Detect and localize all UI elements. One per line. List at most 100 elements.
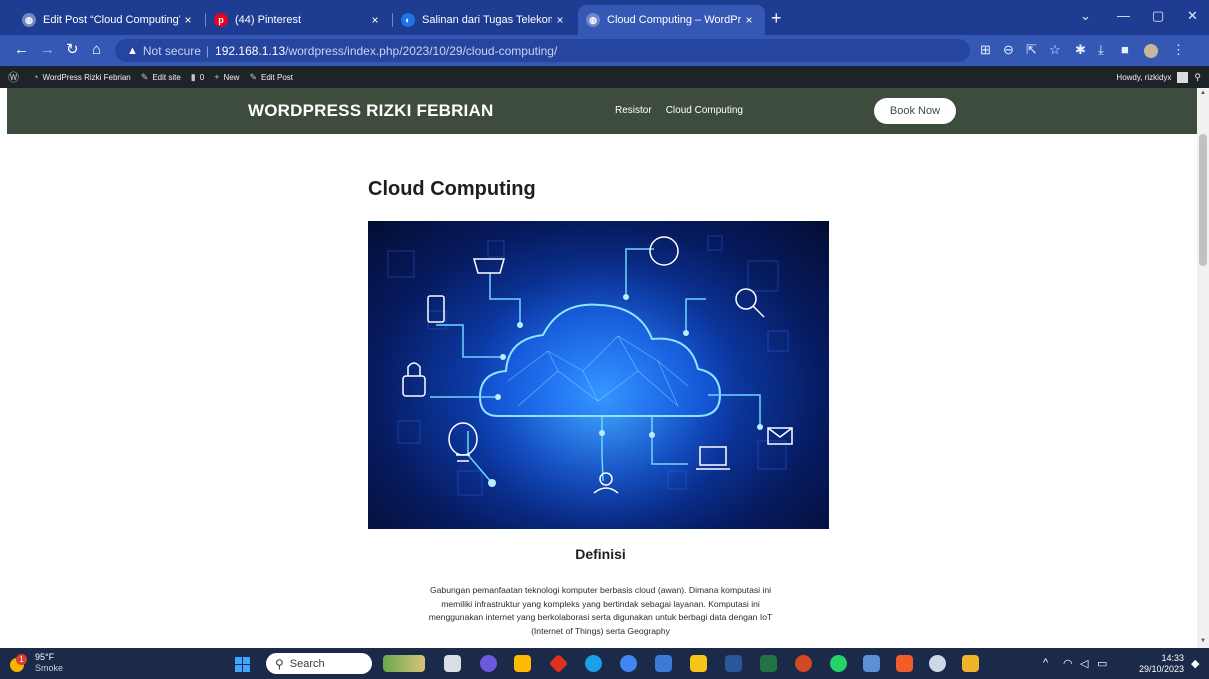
image-viewer-icon[interactable] [863, 655, 880, 672]
close-icon[interactable]: × [552, 13, 568, 27]
maximize-button[interactable]: ▢ [1152, 8, 1164, 24]
tab-cloud-computing[interactable]: ◍ Cloud Computing – WordPress R × [578, 5, 765, 35]
admin-comments[interactable]: ▮ 0 [191, 72, 204, 83]
file-explorer-icon[interactable] [690, 655, 707, 672]
tab-search-icon[interactable]: ⌄ [1080, 8, 1091, 24]
wifi-icon[interactable]: ◠ [1063, 657, 1073, 670]
share-icon[interactable]: ⇱ [1026, 43, 1037, 57]
tab-edit-post[interactable]: ◍ Edit Post “Cloud Computing” ‹ W × [14, 5, 204, 35]
wp-admin-bar: Ⓦ ◔ WordPress Rizki Febrian ✎ Edit site … [0, 66, 1209, 88]
edge-icon[interactable] [585, 655, 602, 672]
dashboard-icon: ◔ [33, 72, 39, 82]
admin-new-label: New [223, 72, 240, 82]
app-gear-icon[interactable] [929, 655, 946, 672]
paragraph-line: memiliki infrastruktur yang kompleks yan… [441, 598, 760, 609]
windows-start-icon[interactable] [235, 657, 250, 672]
paragraph-line: (Internet of Things) serta Geography [531, 625, 670, 636]
tab-title: (44) Pinterest [235, 14, 302, 26]
scroll-down-arrow-icon[interactable]: ▼ [1199, 638, 1207, 644]
weather-widget[interactable]: 1 95°F Smoke [8, 652, 63, 674]
browser-tab-strip: ◍ Edit Post “Cloud Computing” ‹ W × p (4… [0, 0, 1209, 35]
section-heading: Definisi [575, 546, 626, 562]
translate-icon[interactable]: ⊞ [980, 43, 991, 57]
notification-bell-icon[interactable]: ◆ [1191, 657, 1199, 670]
admin-site-name-label: WordPress Rizki Febrian [42, 72, 131, 82]
taskbar-search[interactable]: ⚲ Search [266, 653, 372, 674]
close-icon[interactable]: × [180, 13, 196, 27]
admin-edit-post-label: Edit Post [261, 72, 294, 82]
tab-title: Cloud Computing – WordPress R [607, 14, 741, 26]
search-icon: ⚲ [275, 656, 284, 671]
globe-icon: ◍ [22, 13, 36, 27]
side-panel-icon[interactable]: ■ [1121, 43, 1129, 57]
forward-arrow-icon[interactable]: → [40, 42, 55, 58]
admin-site-name[interactable]: ◔ WordPress Rizki Febrian [33, 72, 131, 82]
tab-pinterest[interactable]: p (44) Pinterest × [206, 5, 391, 35]
book-now-button[interactable]: Book Now [874, 98, 956, 124]
divider: | [205, 43, 210, 58]
scrollbar-thumb[interactable] [1199, 134, 1207, 266]
back-arrow-icon[interactable]: ← [14, 42, 29, 58]
close-icon[interactable]: × [367, 13, 383, 27]
sticky-notes-icon[interactable] [514, 655, 531, 672]
weather-badge: 1 [16, 654, 27, 665]
primary-menu: Resistor Cloud Computing [615, 105, 743, 116]
xampp-icon[interactable] [896, 655, 913, 672]
tab-google-docs[interactable]: ◐ Salinan dari Tugas Telekomunika × [393, 5, 576, 35]
tab-title: Edit Post “Cloud Computing” ‹ W [43, 14, 180, 26]
word-icon[interactable] [725, 655, 742, 672]
clock-time: 14:33 [1161, 653, 1184, 663]
comment-icon: ▮ [190, 71, 196, 82]
address-bar[interactable]: ▲ Not secure | 192.168.1.13 /wordpress/i… [115, 39, 970, 62]
menu-item-resistor[interactable]: Resistor [615, 105, 652, 116]
site-header: WORDPRESS RIZKI FEBRIAN Resistor Cloud C… [7, 88, 1197, 134]
scroll-up-arrow-icon[interactable]: ▲ [1199, 90, 1207, 96]
close-icon[interactable]: × [741, 13, 757, 27]
profile-avatar[interactable] [1144, 44, 1158, 58]
excel-icon[interactable] [760, 655, 777, 672]
pencil-icon: ✎ [249, 71, 258, 82]
featured-image [368, 221, 829, 529]
howdy-label: Howdy, rizkidyx [1116, 72, 1172, 82]
chrome-icon[interactable] [620, 655, 637, 672]
reload-icon[interactable]: ↻ [66, 42, 79, 58]
app-extra-icon[interactable] [962, 655, 979, 672]
wordpress-logo-icon[interactable]: Ⓦ [8, 69, 23, 85]
volume-icon[interactable]: ◁ [1080, 657, 1088, 670]
url-path: /wordpress/index.php/2023/10/29/cloud-co… [285, 43, 558, 58]
powerpoint-icon[interactable] [795, 655, 812, 672]
chevron-up-icon[interactable]: ^ [1043, 657, 1048, 669]
admin-account[interactable]: Howdy, rizkidyx ⚲ [1116, 66, 1201, 88]
weather-sun-icon: 1 [8, 654, 30, 672]
store-icon[interactable] [655, 655, 672, 672]
app-diamond-icon[interactable] [548, 653, 569, 674]
whatsapp-icon[interactable] [830, 655, 847, 672]
admin-new[interactable]: + New [214, 72, 239, 82]
browser-toolbar: ← → ↻ ⌂ ▲ Not secure | 192.168.1.13 /wor… [0, 35, 1209, 66]
site-title[interactable]: WORDPRESS RIZKI FEBRIAN [248, 101, 493, 121]
home-icon[interactable]: ⌂ [92, 42, 101, 58]
post-paragraph: Gabungan pemanfaatan teknologi komputer … [380, 584, 821, 638]
bookmark-star-icon[interactable]: ☆ [1049, 43, 1061, 57]
extensions-icon[interactable]: ✱ [1075, 43, 1086, 57]
globe-icon: ◍ [586, 13, 600, 27]
menu-item-cloud-computing[interactable]: Cloud Computing [666, 105, 743, 116]
widgets-icon[interactable] [383, 655, 425, 672]
admin-edit-post[interactable]: ✎ Edit Post [249, 72, 293, 83]
close-window-button[interactable]: ✕ [1187, 8, 1198, 24]
zoom-icon[interactable]: ⊖ [1003, 43, 1014, 57]
security-label: Not secure [142, 43, 201, 58]
download-icon[interactable]: ⤓ [1098, 43, 1104, 57]
system-clock[interactable]: 14:33 29/10/2023 [1124, 653, 1184, 675]
paragraph-line: menggunakan internet yang berkolaborasi … [428, 612, 773, 623]
cloud-network-illustration [387, 231, 793, 529]
more-menu-icon[interactable]: ⋮ [1172, 43, 1185, 57]
teams-chat-icon[interactable] [480, 655, 497, 672]
task-view-icon[interactable] [444, 655, 461, 672]
avatar [1177, 71, 1189, 83]
battery-icon[interactable]: ▭ [1097, 657, 1107, 670]
new-tab-button[interactable]: + [771, 9, 782, 27]
admin-edit-site[interactable]: ✎ Edit site [141, 72, 181, 83]
minimize-button[interactable]: — [1117, 8, 1130, 23]
search-icon[interactable]: ⚲ [1194, 72, 1201, 83]
